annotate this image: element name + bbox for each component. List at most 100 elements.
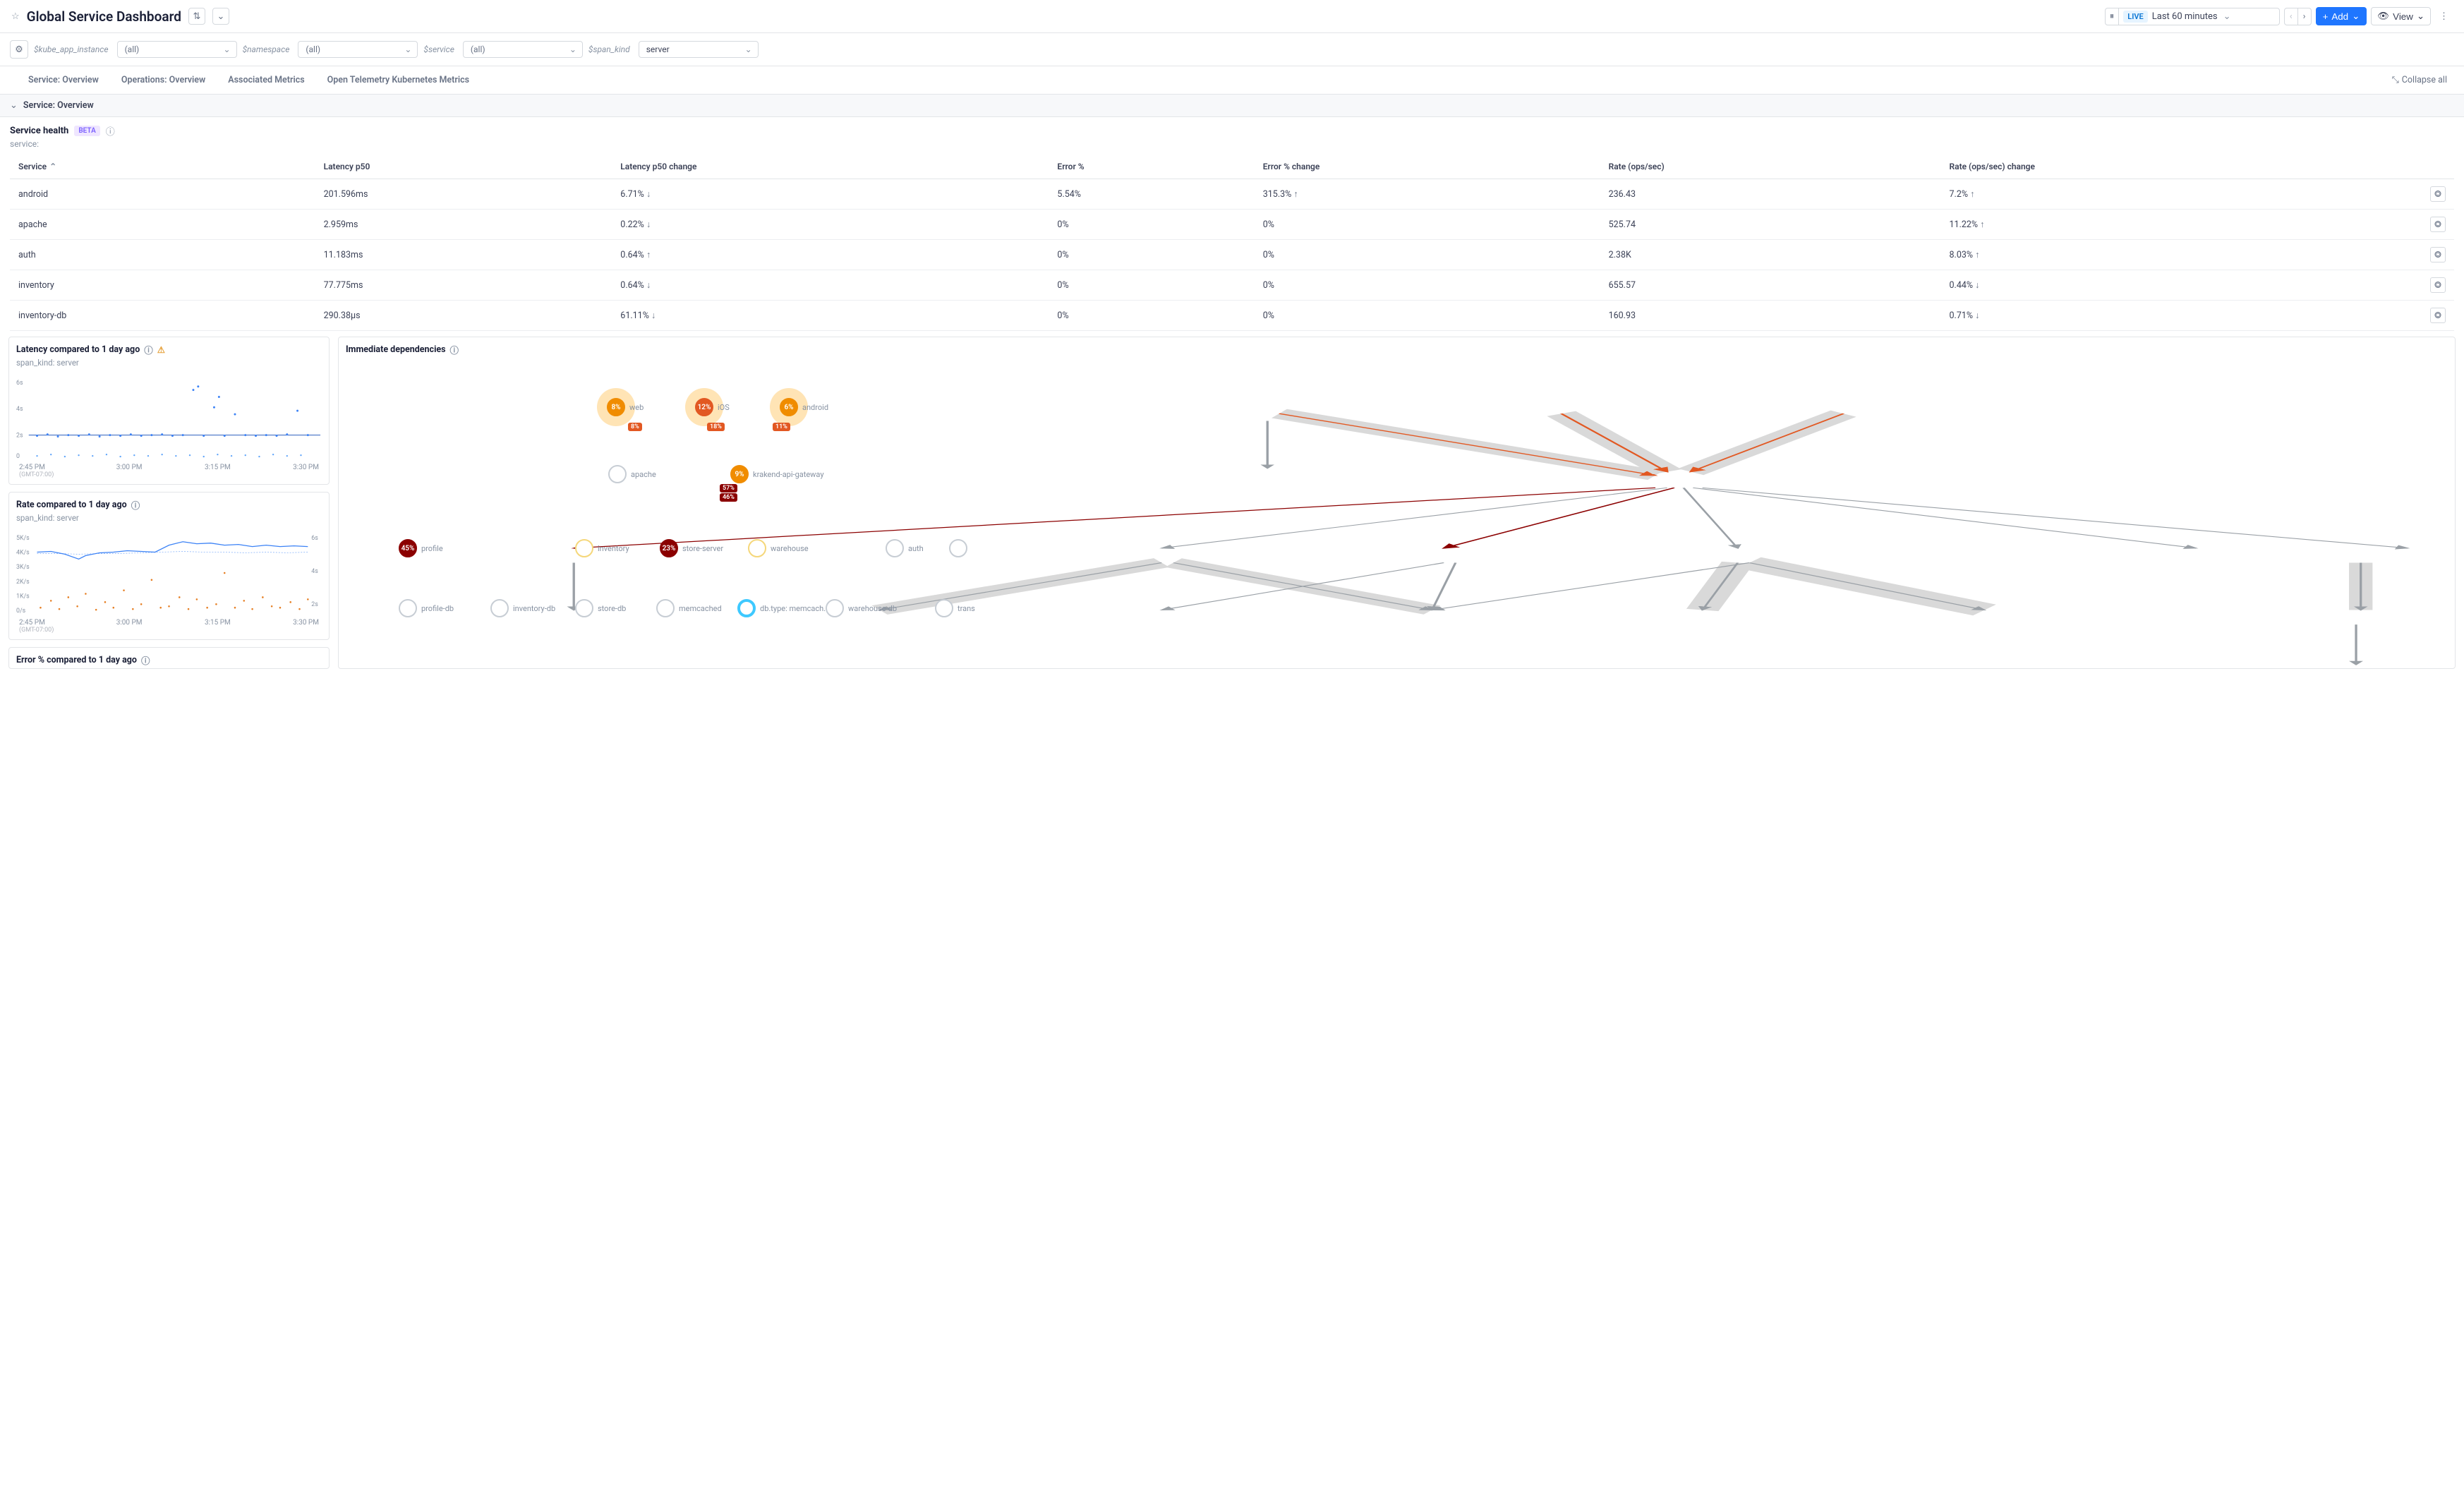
star-icon[interactable]: ☆: [11, 11, 20, 22]
cell-p50: 2.959ms: [315, 210, 612, 240]
filter-service[interactable]: (all)⌄: [463, 41, 583, 58]
node-apache[interactable]: apache: [608, 465, 656, 483]
row-chart-button[interactable]: ⭗: [2430, 308, 2446, 323]
info-icon[interactable]: ⓘ: [106, 124, 115, 138]
node-trans[interactable]: trans: [935, 599, 975, 617]
node-circle: 9%: [730, 465, 749, 483]
svg-text:6s: 6s: [311, 535, 318, 542]
table-row[interactable]: inventory-db290.38µs61.11% ↓0%0% 160.930…: [10, 301, 2454, 331]
dependencies-graph[interactable]: 8% web 8% 12% iOS 18% 6% android 11% apa…: [339, 363, 2455, 668]
col-rate-change[interactable]: Rate (ops/sec) change: [1941, 155, 2422, 179]
table-row[interactable]: android201.596ms6.71% ↓5.54%315.3% ↑236.…: [10, 179, 2454, 210]
updown-icon[interactable]: ⇅: [188, 8, 205, 25]
row-chart-button[interactable]: ⭗: [2430, 247, 2446, 262]
tab-service-overview[interactable]: Service: Overview: [17, 66, 110, 94]
add-button[interactable]: + Add ⌄: [2316, 7, 2367, 25]
filter-span-kind[interactable]: server⌄: [639, 41, 759, 58]
latency-panel-title: Latency compared to 1 day ago: [16, 344, 140, 355]
node-warehouse[interactable]: warehouse: [748, 539, 809, 557]
node-warehouse-db[interactable]: warehouse-db: [826, 599, 897, 617]
nav-next-button[interactable]: ›: [2298, 8, 2311, 25]
view-button[interactable]: 👁 View ⌄: [2371, 7, 2431, 25]
tab-operations-overview[interactable]: Operations: Overview: [110, 66, 217, 94]
info-icon[interactable]: ⓘ: [131, 498, 140, 512]
kebab-icon[interactable]: ⋮: [2435, 8, 2453, 25]
info-icon[interactable]: ⓘ: [141, 653, 150, 667]
filter-kube-app-instance[interactable]: (all)⌄: [117, 41, 237, 58]
rate-sub-key: span_kind:: [16, 513, 54, 523]
svg-text:4s: 4s: [311, 568, 318, 575]
row-chart-button[interactable]: ⭗: [2430, 186, 2446, 202]
node-android[interactable]: 6% android: [780, 398, 828, 416]
service-health-title: Service health: [10, 126, 68, 136]
chevron-down-icon: ⌄: [404, 44, 411, 54]
table-row[interactable]: auth11.183ms0.64% ↑0%0% 2.38K8.03% ↑⭗: [10, 240, 2454, 270]
node-inventory-db[interactable]: inventory-db: [490, 599, 555, 617]
xtick: 2:45 PM: [19, 619, 45, 627]
node-label: web: [629, 403, 644, 412]
table-row[interactable]: apache2.959ms0.22% ↓0%0% 525.7411.22% ↑⭗: [10, 210, 2454, 240]
info-icon[interactable]: ⓘ: [144, 343, 153, 356]
node-memcached[interactable]: memcached: [656, 599, 722, 617]
node-inventory[interactable]: inventory: [575, 539, 629, 557]
node-circle: 23%: [660, 539, 678, 557]
cell-p50: 11.183ms: [315, 240, 612, 270]
cell-rate-change: 7.2% ↑: [1941, 179, 2422, 210]
pause-icon[interactable]: ⏸: [2106, 8, 2120, 25]
filter-label: $span_kind: [588, 44, 633, 54]
col-rate[interactable]: Rate (ops/sec): [1600, 155, 1941, 179]
row-chart-button[interactable]: ⭗: [2430, 277, 2446, 293]
filter-namespace[interactable]: (all)⌄: [298, 41, 418, 58]
col-error-change[interactable]: Error % change: [1255, 155, 1600, 179]
col-latency-p50-change[interactable]: Latency p50 change: [612, 155, 1049, 179]
node-memcache-db[interactable]: db.type: memcach...: [737, 599, 830, 617]
cell-error: 0%: [1049, 270, 1254, 301]
node-gateway[interactable]: 9% krakend-api-gateway: [730, 465, 824, 483]
svg-text:2s: 2s: [16, 433, 23, 440]
tab-otel-k8s-metrics[interactable]: Open Telemetry Kubernetes Metrics: [316, 66, 481, 94]
node-circle: [949, 539, 967, 557]
xtick: 3:30 PM: [293, 619, 319, 634]
filter-label: $kube_app_instance: [34, 44, 111, 54]
cell-error-change: 0%: [1255, 210, 1600, 240]
time-picker[interactable]: ⏸ LIVE Last 60 minutes ⌄: [2105, 8, 2280, 25]
node-store-db[interactable]: store-db: [575, 599, 626, 617]
svg-text:4s: 4s: [16, 406, 23, 413]
filter-label: $service: [423, 44, 457, 54]
row-chart-button[interactable]: ⭗: [2430, 217, 2446, 232]
dependencies-title: Immediate dependencies: [346, 344, 446, 355]
edge-badge: 8%: [628, 423, 642, 431]
node-extra[interactable]: [949, 539, 967, 557]
cell-error: 5.54%: [1049, 179, 1254, 210]
node-label: warehouse-db: [848, 604, 897, 613]
node-profile-db[interactable]: profile-db: [399, 599, 454, 617]
info-icon[interactable]: ⓘ: [450, 343, 459, 356]
page-title: Global Service Dashboard: [27, 8, 181, 25]
latency-chart[interactable]: 6s 4s 2s 0: [16, 372, 322, 464]
chevron-down-icon[interactable]: ⌄: [10, 100, 18, 111]
node-profile[interactable]: 45% profile: [399, 539, 443, 557]
table-row[interactable]: inventory77.775ms0.64% ↓0%0% 655.570.44%…: [10, 270, 2454, 301]
cell-error-change: 0%: [1255, 240, 1600, 270]
gear-icon[interactable]: ⚙: [10, 40, 28, 59]
filter-bar: ⚙ $kube_app_instance (all)⌄ $namespace (…: [0, 33, 2464, 66]
rate-chart[interactable]: 5K/s 4K/s 3K/s 2K/s 1K/s 0/s 6s 4s 2s: [16, 527, 322, 619]
node-web[interactable]: 8% web: [607, 398, 644, 416]
node-circle: 6%: [780, 398, 798, 416]
tz-label: (GMT-07:00): [19, 627, 54, 634]
xtick: 3:00 PM: [116, 464, 143, 478]
node-ios[interactable]: 12% iOS: [695, 398, 730, 416]
chevron-down-icon[interactable]: ⌄: [212, 8, 229, 25]
tab-associated-metrics[interactable]: Associated Metrics: [217, 66, 315, 94]
nav-prev-button[interactable]: ‹: [2285, 8, 2298, 25]
cell-rate: 655.57: [1600, 270, 1941, 301]
col-error[interactable]: Error %: [1049, 155, 1254, 179]
cell-rate-change: 0.44% ↓: [1941, 270, 2422, 301]
node-store-server[interactable]: 23% store-server: [660, 539, 723, 557]
col-service[interactable]: Service⌃: [10, 155, 315, 179]
collapse-all-button[interactable]: ⤡ Collapse all: [2392, 75, 2447, 85]
node-circle: [748, 539, 766, 557]
col-latency-p50[interactable]: Latency p50: [315, 155, 612, 179]
cell-error-change: 0%: [1255, 270, 1600, 301]
node-auth[interactable]: auth: [886, 539, 924, 557]
